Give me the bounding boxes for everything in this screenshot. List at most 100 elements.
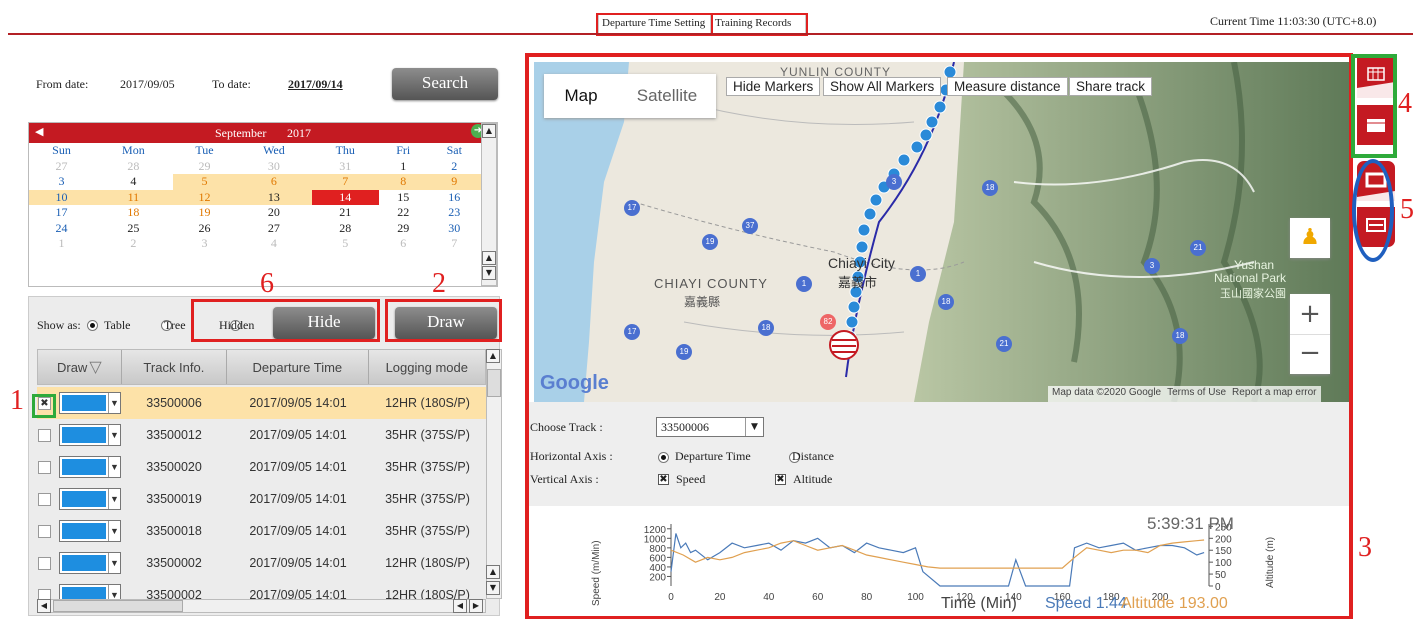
scroll-up-icon[interactable]: ▲ [486,565,500,579]
column-logging-mode[interactable]: Logging mode [369,350,485,384]
row-checkbox[interactable] [38,524,51,538]
zoom-in-button[interactable]: + [1290,294,1330,334]
scroll-up-icon[interactable]: ▲ [486,349,500,363]
scroll-left-icon[interactable]: ◀ [37,599,51,613]
scroll-up-icon[interactable]: ▲ [482,124,496,138]
calendar-day[interactable]: 28 [312,221,379,237]
show-all-markers-button[interactable]: Show All Markers [823,77,942,96]
calendar-day[interactable]: 30 [428,221,481,237]
calendar-day[interactable]: 17 [29,205,94,221]
table-radio[interactable] [87,320,98,331]
table-row[interactable]: ✖ ▼ 33500006 2017/09/05 14:01 12HR (180S/P) [37,387,486,419]
column-departure-time[interactable]: Departure Time [227,350,369,384]
calendar-day[interactable]: 9 [427,174,481,190]
chevron-down-icon[interactable]: ▼ [745,418,763,436]
calendar-day[interactable]: 13 [236,189,312,205]
calendar-day[interactable]: 24 [29,221,94,237]
zoom-out-button[interactable]: − [1290,334,1330,374]
speed-checkbox[interactable]: ✖ [658,474,669,485]
calendar-day[interactable]: 19 [173,205,236,221]
calendar-day[interactable]: 1 [29,236,94,252]
calendar-day[interactable]: 8 [378,174,428,190]
chevron-down-icon[interactable]: ▼ [108,393,120,413]
scroll-right-icon[interactable]: ▶ [469,599,483,613]
calendar-day[interactable]: 6 [236,174,312,190]
color-select[interactable]: ▼ [59,488,121,510]
column-draw[interactable]: Draw ▽ [38,350,122,384]
chevron-down-icon[interactable]: ▼ [108,489,120,509]
calendar-day[interactable]: 6 [379,236,428,252]
terms-of-use-link[interactable]: Terms of Use [1167,387,1226,401]
calendar-day[interactable]: 29 [379,221,428,237]
altitude-checkbox[interactable]: ✖ [775,474,786,485]
hide-markers-button[interactable]: Hide Markers [726,77,821,96]
calendar-day[interactable]: 30 [236,159,311,175]
calendar-day[interactable]: 21 [312,205,379,221]
scroll-left-icon[interactable]: ◀ [453,599,467,613]
chevron-down-icon[interactable]: ▼ [108,553,120,573]
calendar-day[interactable]: 3 [173,236,236,252]
calendar-day[interactable]: 20 [236,205,311,221]
calendar-day[interactable]: 16 [428,190,481,206]
calendar-day[interactable]: 27 [236,221,311,237]
calendar-month[interactable]: September [215,126,266,141]
row-checkbox[interactable] [38,428,51,442]
calendar-day[interactable]: 1 [379,159,428,175]
calendar-day[interactable]: 31 [312,159,379,175]
calendar-day[interactable]: 7 [428,236,481,252]
arrow-left-icon[interactable]: ◀ [35,125,43,138]
scroll-thumb[interactable] [487,369,501,397]
departure-time-radio[interactable] [658,452,669,463]
scroll-down-icon[interactable]: ▼ [482,266,496,280]
color-select[interactable]: ▼ [59,552,121,574]
color-select[interactable]: ▼ [59,456,121,478]
chevron-down-icon[interactable]: ▼ [108,521,120,541]
calendar-day[interactable]: 23 [428,205,481,221]
calendar-day[interactable]: 11 [93,189,173,205]
map-view[interactable]: 17 19 37 3 18 82 17 19 1 18 18 21 21 3 1 18 Map Satelli… [534,62,1349,402]
calendar-day[interactable]: 28 [94,159,173,175]
scroll-up-icon[interactable]: ▲ [482,251,496,265]
calendar-day[interactable]: 5 [312,236,379,252]
row-checkbox[interactable] [38,492,51,506]
color-select[interactable]: ▼ [59,520,121,542]
calendar-year[interactable]: 2017 [287,126,311,141]
row-checkbox[interactable] [38,556,51,570]
calendar-day[interactable]: 27 [29,159,94,175]
search-button[interactable]: Search [392,68,498,100]
calendar-day[interactable]: 3 [29,174,94,190]
calendar-day[interactable]: 4 [236,236,311,252]
calendar-day[interactable]: 4 [94,174,173,190]
choose-track-select[interactable]: 33500006 ▼ [656,417,764,437]
color-select[interactable]: ▼ [59,424,121,446]
table-row[interactable]: ▼ 33500020 2017/09/05 14:01 35HR (375S/P) [37,451,486,483]
map-type-map[interactable]: Map [544,74,618,118]
report-map-error-link[interactable]: Report a map error [1232,387,1316,401]
scroll-down-icon[interactable]: ▼ [486,581,500,595]
h-scroll-thumb[interactable] [53,600,183,612]
table-row[interactable]: ▼ 33500018 2017/09/05 14:01 35HR (375S/P) [37,515,486,547]
table-row[interactable]: ▼ 33500002 2017/09/05 14:01 12HR (180S/P) [37,547,486,579]
calendar-day[interactable]: 7 [311,174,379,190]
calendar-day[interactable]: 10 [29,189,94,205]
calendar-day[interactable]: 15 [379,190,428,206]
color-select[interactable]: ▼ [59,392,121,414]
row-checkbox[interactable] [38,460,51,474]
pegman-icon[interactable]: ♟ [1290,218,1330,258]
calendar-day[interactable]: 12 [172,189,237,205]
from-date-value[interactable]: 2017/09/05 [120,77,175,92]
table-row[interactable]: ▼ 33500012 2017/09/05 14:01 35HR (375S/P) [37,419,486,451]
column-track-info[interactable]: Track Info. [122,350,228,384]
calendar-day[interactable]: 22 [379,205,428,221]
calendar-day[interactable]: 14 [311,189,379,205]
to-date-value[interactable]: 2017/09/14 [288,77,343,92]
calendar-day[interactable]: 18 [94,205,173,221]
table-row[interactable]: ▼ 33500019 2017/09/05 14:01 35HR (375S/P) [37,483,486,515]
calendar-day[interactable]: 26 [173,221,236,237]
measure-distance-button[interactable]: Measure distance [947,77,1068,96]
share-track-button[interactable]: Share track [1069,77,1153,96]
calendar-day[interactable]: 25 [94,221,173,237]
chevron-down-icon[interactable]: ▼ [108,457,120,477]
chevron-down-icon[interactable]: ▼ [108,425,120,445]
calendar-day[interactable]: 2 [94,236,173,252]
